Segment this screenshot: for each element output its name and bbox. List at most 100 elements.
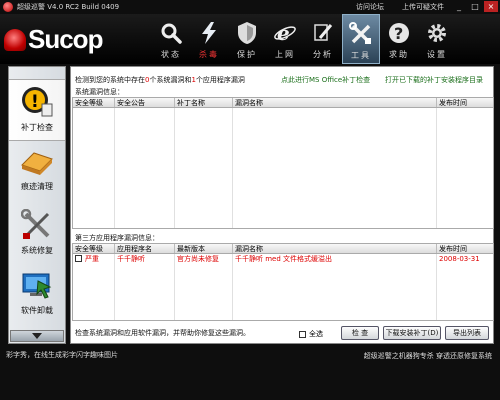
sidebar-label-system-repair: 系统修复 — [21, 246, 53, 255]
nav-analysis[interactable]: 分析 — [304, 14, 342, 64]
logo-text: Sucop — [28, 24, 103, 54]
svg-text:?: ? — [394, 24, 403, 43]
grid-line — [114, 254, 115, 320]
app-vuln-label: 第三方应用程序漏洞信息： — [75, 234, 159, 242]
nav-tools[interactable]: 工具 — [342, 14, 380, 64]
scan-summary: 检测到您的系统中存在0个系统漏洞和1个应用程序漏洞 — [75, 75, 245, 85]
action-hint: 检查系统漏洞和应用软件漏洞，并帮助你修复这些漏洞。 — [75, 329, 250, 337]
grid-line — [436, 108, 437, 228]
chevron-down-icon — [32, 333, 42, 339]
svg-text:!: ! — [31, 92, 39, 112]
table-row[interactable]: 严重 千千静听 官方尚未修复 千千静听 med 文件格式缓溢出 2008-03-… — [73, 254, 493, 265]
sidebar-label-patch-check: 补丁检查 — [21, 123, 53, 132]
app-window: 超级巡警 V4.0 RC2 Build 0409 访问论坛 上传可疑文件 _ □… — [0, 0, 500, 400]
grid-line — [232, 254, 233, 320]
close-button[interactable]: × — [484, 1, 498, 12]
maximize-button[interactable]: □ — [468, 1, 482, 12]
app-vuln-header: 安全等级 应用程序名 最新版本 漏洞名称 发布时间 — [73, 244, 493, 254]
summary-prefix: 检测到您的系统中存在 — [75, 76, 145, 84]
level-text: 严重 — [85, 255, 99, 263]
select-all[interactable]: 全选 — [299, 329, 323, 339]
col-security-level[interactable]: 安全等级 — [73, 98, 115, 107]
nav-label-help: 求助 — [389, 50, 409, 59]
sidebar-label-software-uninstall: 软件卸载 — [21, 306, 53, 315]
grid-line — [436, 254, 437, 320]
select-all-checkbox[interactable] — [299, 330, 306, 338]
nav-antivirus[interactable]: 杀毒 — [190, 14, 228, 64]
cell-date: 2008-03-31 — [439, 255, 480, 263]
app-icon — [3, 2, 13, 12]
svg-text:e: e — [277, 21, 290, 45]
sidebar-item-system-repair[interactable]: 系统修复 — [9, 203, 65, 265]
col-app-name[interactable]: 应用程序名 — [115, 244, 175, 253]
eraser-icon — [20, 147, 54, 179]
col-release-date[interactable]: 发布时间 — [437, 244, 493, 253]
status-ad-link[interactable]: 彩字秀，在线生成彩字闪字趣味图片 — [6, 350, 118, 360]
nav-label-antivirus: 杀毒 — [199, 50, 219, 59]
ie-icon: e — [272, 20, 298, 46]
col-bulletin[interactable]: 安全公告 — [115, 98, 175, 107]
nav-internet[interactable]: e 上网 — [266, 14, 304, 64]
system-vuln-header: 安全等级 安全公告 补丁名称 漏洞名称 发布时间 — [73, 98, 493, 108]
sidebar-scroll-down[interactable] — [10, 330, 64, 342]
upload-suspicious-file-link[interactable]: 上传可疑文件 — [402, 2, 444, 12]
pen-icon — [310, 20, 336, 46]
download-install-patch-button[interactable]: 下载安装补丁(D) — [383, 326, 441, 340]
grid-line — [174, 108, 175, 228]
help-icon: ? — [386, 20, 412, 46]
nav-label-analysis: 分析 — [313, 50, 333, 59]
cell-app: 千千静听 — [117, 255, 145, 263]
gear-icon — [424, 20, 450, 46]
logo: Sucop — [4, 24, 103, 55]
col-vuln-name[interactable]: 漏洞名称 — [233, 98, 437, 107]
cell-level: 严重 — [73, 254, 115, 265]
row-checkbox[interactable] — [75, 255, 82, 262]
export-list-button[interactable]: 导出列表 — [445, 326, 489, 340]
col-vuln-name[interactable]: 漏洞名称 — [233, 244, 437, 253]
col-release-date[interactable]: 发布时间 — [437, 98, 493, 107]
grid-line — [174, 254, 175, 320]
check-button[interactable]: 检 查 — [341, 326, 379, 340]
sidebar-item-trace-clean[interactable]: 痕迹清理 — [9, 141, 65, 203]
nav-label-internet: 上网 — [275, 50, 295, 59]
summary-middle: 个系统漏洞和 — [149, 76, 192, 84]
sidebar-label-trace-clean: 痕迹清理 — [21, 182, 53, 191]
sidebar-item-software-uninstall[interactable]: 软件卸载 — [9, 265, 65, 327]
window-title: 超级巡警 V4.0 RC2 Build 0409 — [17, 3, 120, 11]
nav-label-settings: 设置 — [427, 50, 447, 59]
header: Sucop 状态 杀毒 保护 e 上网 分析 工具 ? 求助 设置 — [0, 14, 500, 64]
minimize-button[interactable]: _ — [452, 1, 466, 12]
patch-check-panel: 检测到您的系统中存在0个系统漏洞和1个应用程序漏洞 点此进行MS Office补… — [70, 66, 494, 344]
status-promo-link[interactable]: 超级巡警之机器狗专杀 穿透还原修复系统 — [364, 351, 492, 361]
sidebar: ! 补丁检查 痕迹清理 系统修复 软件卸载 — [8, 66, 66, 344]
ms-office-check-link[interactable]: 点此进行MS Office补丁检查 — [281, 75, 370, 85]
open-patch-dir-link[interactable]: 打开已下载的补丁安装程序目录 — [385, 75, 483, 85]
nav-label-protect: 保护 — [237, 50, 257, 59]
nav-label-status: 状态 — [161, 50, 181, 59]
grid-line — [114, 108, 115, 228]
magnifier-icon — [158, 20, 184, 46]
col-security-level[interactable]: 安全等级 — [73, 244, 115, 253]
system-vuln-body — [73, 108, 493, 228]
app-vuln-table[interactable]: 安全等级 应用程序名 最新版本 漏洞名称 发布时间 严重 千千静听 官方尚未修复… — [72, 243, 494, 321]
cell-vuln: 千千静听 med 文件格式缓溢出 — [235, 255, 333, 263]
siren-icon — [4, 28, 26, 51]
select-all-label: 全选 — [309, 330, 323, 338]
visit-forum-link[interactable]: 访问论坛 — [356, 2, 384, 12]
cell-version: 官方尚未修复 — [177, 255, 219, 263]
system-vuln-label: 系统漏洞信息： — [75, 88, 124, 96]
wrench-screwdriver-icon — [20, 208, 53, 243]
nav-settings[interactable]: 设置 — [418, 14, 456, 64]
patch-warning-icon: ! — [20, 86, 54, 120]
system-vuln-table[interactable]: 安全等级 安全公告 补丁名称 漏洞名称 发布时间 — [72, 97, 494, 229]
sidebar-item-patch-check[interactable]: ! 补丁检查 — [9, 79, 65, 141]
nav-protect[interactable]: 保护 — [228, 14, 266, 64]
tools-icon — [348, 21, 374, 47]
nav-status[interactable]: 状态 — [152, 14, 190, 64]
col-latest-version[interactable]: 最新版本 — [175, 244, 233, 253]
summary-suffix: 个应用程序漏洞 — [195, 76, 245, 84]
nav-label-tools: 工具 — [351, 51, 371, 60]
nav-help[interactable]: ? 求助 — [380, 14, 418, 64]
grid-line — [232, 108, 233, 228]
col-patch-name[interactable]: 补丁名称 — [175, 98, 233, 107]
